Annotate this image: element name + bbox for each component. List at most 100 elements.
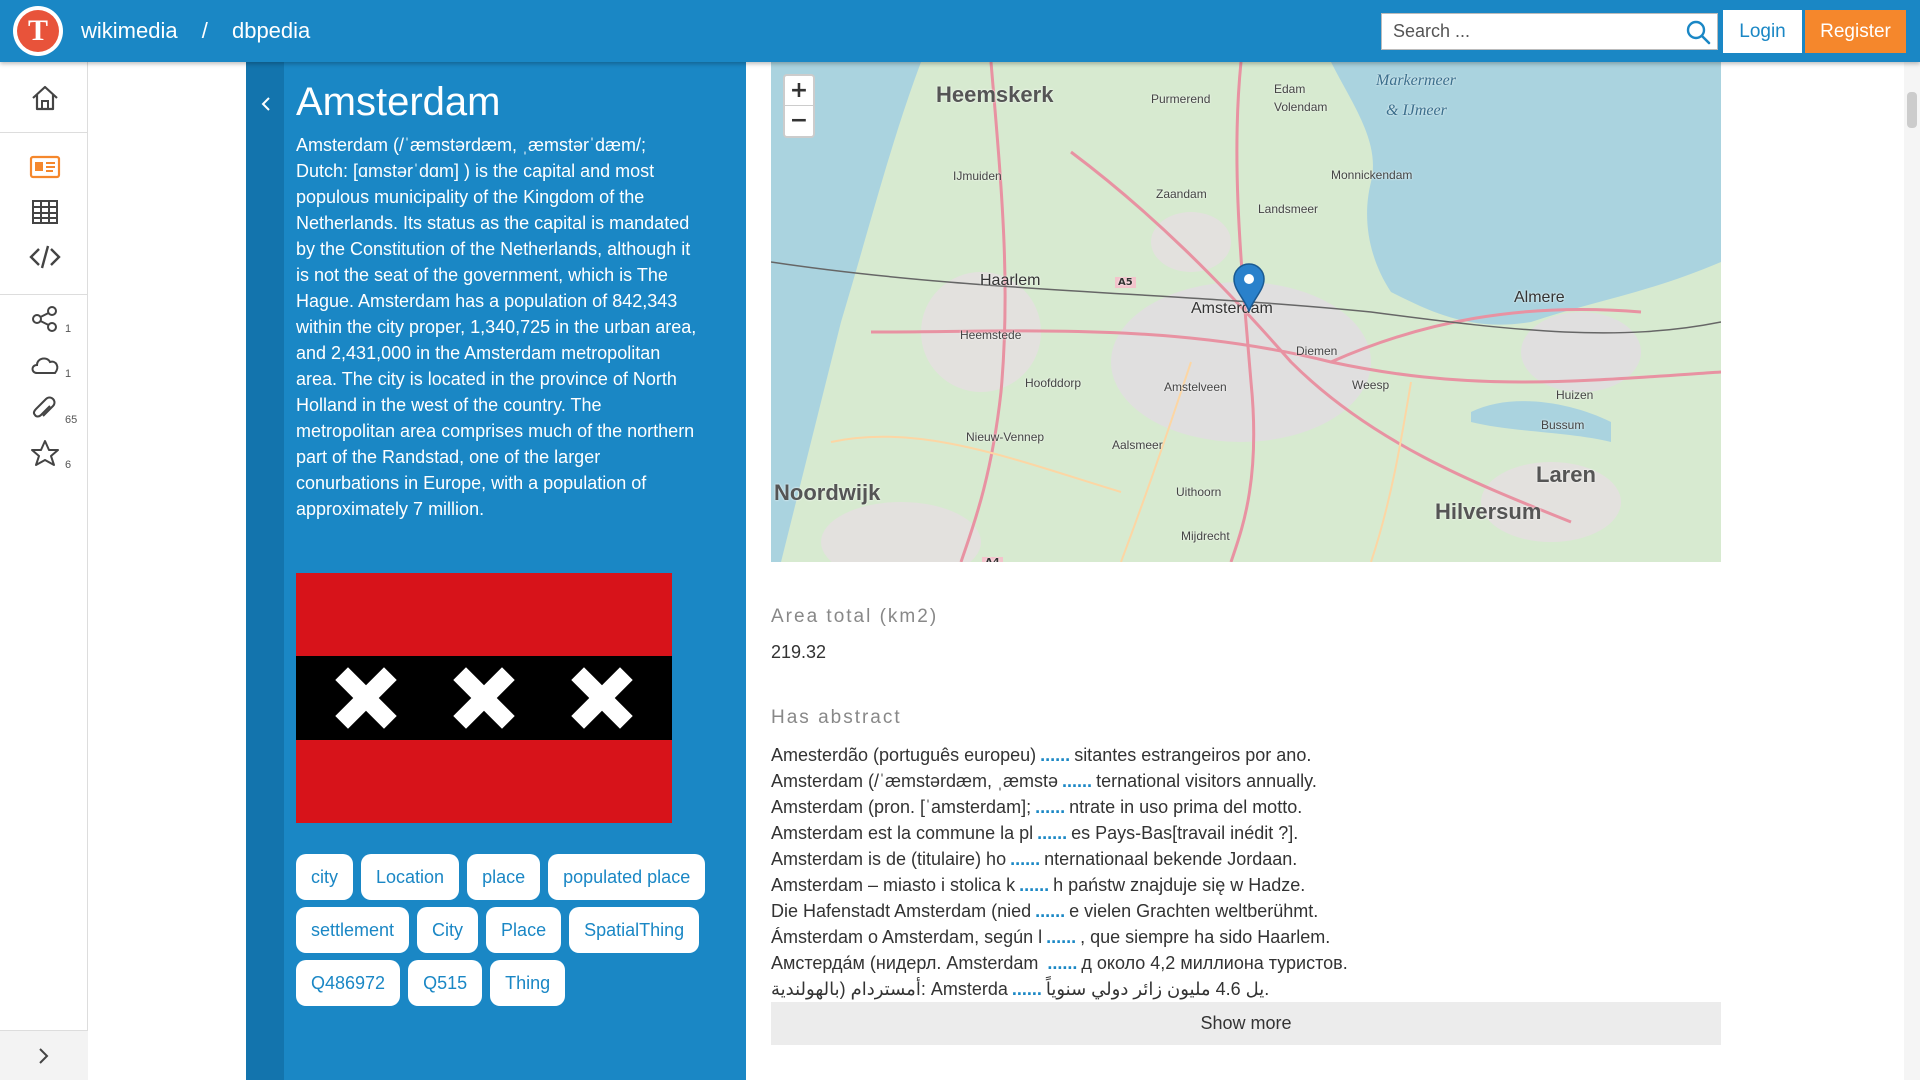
map-place-label: Aalsmeer <box>1112 438 1163 452</box>
abstract-line: Амстерда́м (нидерл. Amsterdam ...... д ок… <box>771 950 1721 976</box>
abstract-expand-ellipsis[interactable]: ...... <box>1062 771 1092 791</box>
code-icon[interactable] <box>28 240 62 274</box>
type-tag[interactable]: Q515 <box>408 960 483 1006</box>
abstract-end: , que siempre ha sido Haarlem. <box>1080 927 1331 947</box>
abstract-expand-ellipsis[interactable]: ...... <box>1040 745 1070 765</box>
app-logo[interactable]: T <box>13 6 63 56</box>
map-place-label: Haarlem <box>980 272 1041 289</box>
has-abstract-label: Has abstract <box>771 707 902 728</box>
map-place-label: Purmerend <box>1151 92 1211 106</box>
top-bar: T wikimedia / dbpedia Login Register <box>0 0 1920 62</box>
search-icon[interactable] <box>1685 19 1711 45</box>
entity-panel: Amsterdam Amsterdam (/ˈæmstərdæm, ˌæmstə… <box>246 62 746 1080</box>
abstract-start: Ámsterdam o Amsterdam, según l <box>771 927 1043 947</box>
panel-collapse-strip[interactable] <box>246 62 284 1080</box>
abstract-line: Die Hafenstadt Amsterdam (nied...... e vi… <box>771 898 1721 924</box>
type-tag[interactable]: City <box>417 907 479 953</box>
abstract-expand-ellipsis[interactable]: ...... <box>1046 927 1076 947</box>
show-more-button[interactable]: Show more <box>771 1002 1721 1045</box>
map-place-label: & IJmeer <box>1386 102 1447 119</box>
map-place-label: Nieuw-Vennep <box>966 430 1045 444</box>
abstract-line: Amsterdam – miasto i stolica k...... h pa… <box>771 872 1721 898</box>
abstract-start: Амстерда́м (нидерл. Amsterdam <box>771 953 1044 973</box>
entity-description: Amsterdam (/ˈæmstərdæm, ˌæmstərˈdæm/; Du… <box>296 135 697 519</box>
star-icon[interactable] <box>28 437 62 471</box>
map-place-label: Mijdrecht <box>1181 529 1230 543</box>
map-place-label: Diemen <box>1296 344 1338 358</box>
abstract-end: h państw znajduje się w Hadze. <box>1053 875 1306 895</box>
type-tag[interactable]: SpatialThing <box>569 907 700 953</box>
abstract-end: nternationaal bekende Jordaan. <box>1044 849 1298 869</box>
type-tag[interactable]: populated place <box>548 854 706 900</box>
abstract-end: e vielen Grachten weltberühmt. <box>1069 901 1319 921</box>
area-total-label: Area total (km2) <box>771 606 939 627</box>
map-place-label: Uithoorn <box>1176 485 1222 499</box>
search-input[interactable] <box>1382 14 1672 49</box>
type-tag[interactable]: Thing <box>490 960 566 1006</box>
map-place-label: A4 <box>982 557 1003 562</box>
attachment-count: 65 <box>65 414 78 426</box>
page-scrollbar[interactable] <box>1904 62 1920 1080</box>
type-tag[interactable]: city <box>296 854 353 900</box>
abstract-expand-ellipsis[interactable]: ...... <box>1037 823 1067 843</box>
abstract-line: Ámsterdam o Amsterdam, según l......, qu… <box>771 924 1721 950</box>
abstract-expand-ellipsis[interactable]: ...... <box>1019 875 1049 895</box>
map-place-label: Amstelveen <box>1164 380 1227 394</box>
type-tag[interactable]: settlement <box>296 907 410 953</box>
breadcrumb-dbpedia[interactable]: dbpedia <box>232 18 310 43</box>
abstract-expand-ellipsis[interactable]: ...... <box>1035 797 1065 817</box>
login-button[interactable]: Login <box>1723 10 1802 53</box>
map-place-label: Heemskerk <box>936 82 1054 107</box>
abstract-start: Amesterdão (português europeu) <box>771 745 1037 765</box>
breadcrumb-separator: / <box>201 18 208 43</box>
map-place-label: A5 <box>1115 277 1136 288</box>
abstract-expand-ellipsis[interactable]: ...... <box>1035 901 1065 921</box>
scrollbar-thumb[interactable] <box>1907 92 1917 128</box>
nav-divider <box>0 294 88 295</box>
breadcrumb: wikimedia / dbpedia <box>81 18 324 44</box>
register-button[interactable]: Register <box>1805 10 1906 53</box>
type-tag[interactable]: Location <box>361 854 460 900</box>
id-card-icon[interactable] <box>28 150 62 184</box>
left-nav: 1 1 65 6 <box>0 62 88 1080</box>
map-place-label: Laren <box>1536 462 1596 487</box>
abstract-start: Amsterdam – miasto i stolica k <box>771 875 1016 895</box>
entity-title: Amsterdam <box>296 80 501 124</box>
type-tag[interactable]: place <box>467 854 541 900</box>
cloud-icon[interactable] <box>28 347 62 381</box>
type-tag[interactable]: Q486972 <box>296 960 401 1006</box>
map-place-label: Landsmeer <box>1258 202 1319 216</box>
nav-expand-toggle[interactable] <box>0 1030 88 1080</box>
map-place-label: Bussum <box>1541 418 1585 432</box>
abstract-line: أمستردام (بالهولندية: Amsterda...... يل 4… <box>771 976 1721 1002</box>
chevron-right-icon <box>39 1048 49 1064</box>
abstract-start: Amsterdam (/ˈæmstərdæm, ˌæmstə <box>771 771 1059 791</box>
zoom-in-button[interactable]: + <box>785 76 813 106</box>
map-place-label: Weesp <box>1352 378 1390 392</box>
abstract-line: Amesterdão (português europeu)...... sita… <box>771 742 1721 768</box>
abstract-expand-ellipsis[interactable]: ...... <box>1012 979 1042 999</box>
chevron-left-icon[interactable] <box>256 92 276 116</box>
zoom-out-button[interactable]: − <box>785 106 813 136</box>
share-icon[interactable] <box>28 302 62 336</box>
type-tag[interactable]: Place <box>486 907 562 953</box>
amsterdam-flag-image <box>296 573 672 823</box>
breadcrumb-wikimedia[interactable]: wikimedia <box>81 18 178 43</box>
abstract-start: Die Hafenstadt Amsterdam (nied <box>771 901 1032 921</box>
abstract-line: Amsterdam (pron. [ˈamsterdam];...... ntra… <box>771 794 1721 820</box>
share-count: 1 <box>65 323 72 335</box>
home-icon[interactable] <box>28 81 62 115</box>
star-count: 6 <box>65 459 72 471</box>
abstract-line: Amsterdam is de (titulaire) ho...... nter… <box>771 846 1721 872</box>
map-place-label: Heemstede <box>960 328 1022 342</box>
abstract-end: sitantes estrangeiros por ano. <box>1074 745 1312 765</box>
paperclip-icon[interactable] <box>28 392 62 426</box>
location-map[interactable]: + − Heemskerk Edam Volendam Purmerend Marker… <box>771 62 1721 562</box>
map-place-label: Hoofddorp <box>1025 376 1082 390</box>
abstract-expand-ellipsis[interactable]: ...... <box>1047 953 1077 973</box>
area-total-value: 219.32 <box>771 642 827 662</box>
table-icon[interactable] <box>28 195 62 229</box>
abstract-expand-ellipsis[interactable]: ...... <box>1010 849 1040 869</box>
map-marker-icon[interactable] <box>1232 262 1266 312</box>
abstract-start: Amsterdam est la commune la pl <box>771 823 1034 843</box>
